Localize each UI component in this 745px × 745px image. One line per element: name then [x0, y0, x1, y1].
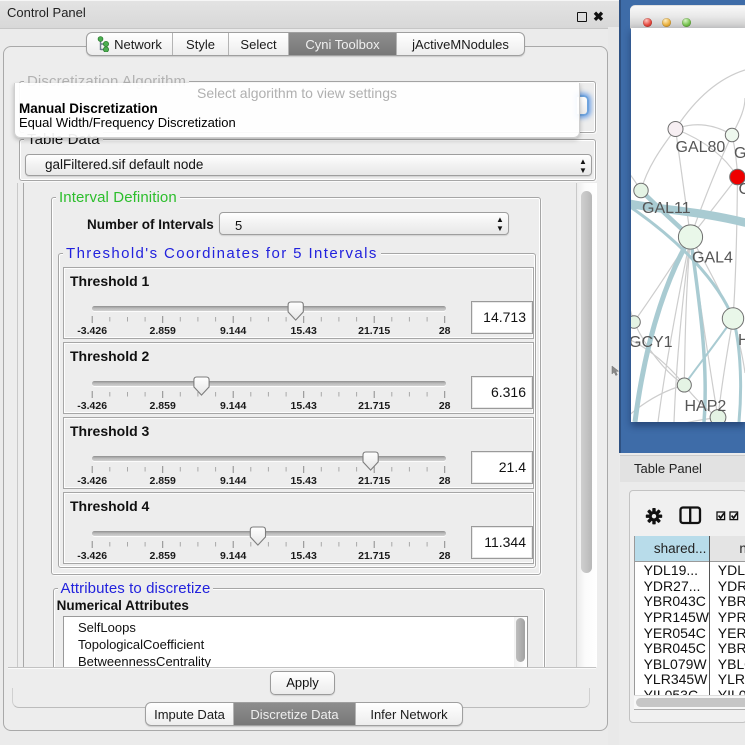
svg-text:HAP2: HAP2: [685, 398, 727, 415]
svg-text:GAL11: GAL11: [642, 200, 691, 217]
svg-text:GCY1: GCY1: [631, 334, 673, 351]
svg-text:H: H: [738, 332, 745, 349]
svg-text:GA: GA: [734, 145, 745, 162]
svg-text:GAL4: GAL4: [692, 250, 733, 267]
svg-text:GAL80: GAL80: [676, 139, 726, 156]
svg-text:C: C: [739, 181, 745, 198]
